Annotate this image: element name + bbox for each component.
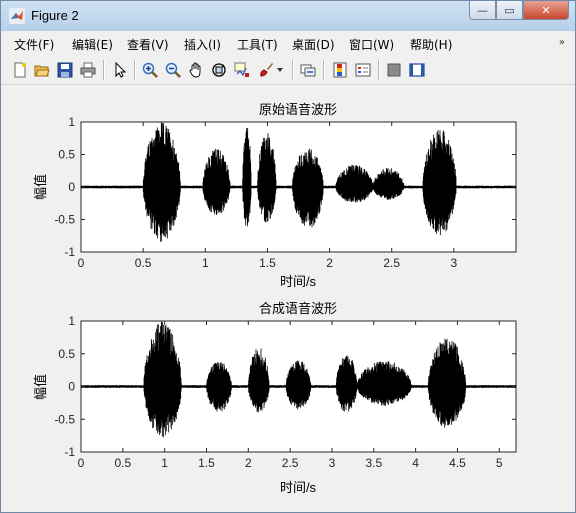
y-axis-label-bottom: 幅值: [33, 374, 48, 400]
x-tick-label: 3: [451, 256, 458, 270]
show-plot-tools-icon[interactable]: [408, 61, 426, 79]
y-tick-label: -1: [64, 245, 75, 259]
pan-hand-icon[interactable]: [187, 61, 205, 79]
x-tick-label: 0.5: [114, 456, 131, 470]
menu-insert[interactable]: 插入(I): [184, 36, 221, 53]
rotate-3d-icon[interactable]: [210, 61, 228, 79]
x-tick-label: 2: [245, 456, 252, 470]
x-tick-label: 1.5: [259, 256, 276, 270]
maximize-button[interactable]: ▭: [496, 1, 523, 20]
print-icon[interactable]: [79, 61, 97, 79]
data-cursor-icon[interactable]: [233, 61, 251, 79]
axes-bottom[interactable]: 0 0.5 1 1.5 2 2.5 3 3.5 4 4.5 5 1 0.5 0 -0.5 -1 合成语音波形…: [33, 301, 517, 495]
y-tick-label: -0.5: [54, 213, 75, 227]
menu-edit[interactable]: 编辑(E): [72, 36, 113, 53]
menu-file[interactable]: 文件(F): [14, 36, 54, 53]
x-tick-label: 1: [161, 456, 168, 470]
zoom-out-icon[interactable]: [164, 61, 182, 79]
edit-plot-arrow-icon[interactable]: [111, 61, 129, 79]
y-tick-label: 0.5: [58, 148, 75, 162]
menu-view[interactable]: 查看(V): [127, 36, 169, 53]
y-tick-label: -1: [64, 445, 75, 459]
window-title: Figure 2: [31, 8, 79, 23]
double-chevron-icon[interactable]: »: [559, 37, 565, 48]
y-tick-label: -0.5: [54, 412, 75, 426]
x-tick-label: 0.5: [135, 256, 152, 270]
link-plot-icon[interactable]: [299, 61, 317, 79]
x-tick-label: 1.5: [198, 456, 215, 470]
menu-tools[interactable]: 工具(T): [237, 36, 278, 53]
y-tick-label: 1: [68, 314, 75, 328]
close-button[interactable]: ✕: [523, 1, 569, 20]
figure-canvas: 0 0.5 1 1.5 2 2.5 3 1 0.5 0 -0.5 -1 原始语音波形 时间/s 幅值…: [7, 87, 569, 508]
menu-help[interactable]: 帮助(H): [410, 36, 452, 53]
x-tick-label: 0: [78, 256, 85, 270]
x-axis-label-top: 时间/s: [280, 274, 317, 289]
menu-bar: 文件(F) 编辑(E) 查看(V) 插入(I) 工具(T) 桌面(D) 窗口(W…: [1, 31, 575, 55]
close-icon: ✕: [541, 3, 551, 17]
axes-top[interactable]: 0 0.5 1 1.5 2 2.5 3 1 0.5 0 -0.5 -1 原始语音波形 时间/s 幅值: [33, 102, 517, 289]
chart-title-bottom: 合成语音波形: [259, 301, 337, 316]
x-axis-label-bottom: 时间/s: [280, 480, 317, 495]
insert-legend-icon[interactable]: [354, 61, 372, 79]
minimize-button[interactable]: —: [469, 1, 496, 20]
menu-window[interactable]: 窗口(W): [349, 36, 394, 53]
y-tick-label: 0: [68, 180, 75, 194]
brush-dropdown-icon[interactable]: [275, 61, 285, 79]
x-tick-label: 2: [326, 256, 333, 270]
x-tick-label: 3.5: [365, 456, 382, 470]
figure-window: Figure 2 — ▭ ✕ 文件(F) 编辑(E) 查看(V) 插入(I) 工…: [0, 0, 576, 513]
brush-icon[interactable]: [257, 61, 275, 79]
save-icon[interactable]: [56, 61, 74, 79]
menu-desktop[interactable]: 桌面(D): [292, 36, 335, 53]
open-file-icon[interactable]: [33, 61, 51, 79]
x-tick-label: 5: [496, 456, 503, 470]
new-figure-icon[interactable]: [11, 61, 29, 79]
title-bar[interactable]: Figure 2 — ▭ ✕: [1, 1, 575, 31]
figure-toolbar: [1, 56, 575, 85]
x-tick-label: 2.5: [282, 456, 299, 470]
hide-plot-tools-icon[interactable]: [385, 61, 403, 79]
y-tick-label: 0: [68, 380, 75, 394]
chart-title-top: 原始语音波形: [259, 102, 337, 117]
x-tick-label: 2.5: [383, 256, 400, 270]
y-tick-label: 1: [68, 115, 75, 129]
insert-colorbar-icon[interactable]: [331, 61, 349, 79]
x-tick-label: 0: [78, 456, 85, 470]
x-tick-label: 3: [329, 456, 336, 470]
x-tick-label: 4: [412, 456, 419, 470]
y-tick-label: 0.5: [58, 347, 75, 361]
minimize-icon: —: [477, 3, 488, 17]
zoom-in-icon[interactable]: [141, 61, 159, 79]
matlab-logo-icon: [9, 8, 25, 24]
x-tick-label: 4.5: [449, 456, 466, 470]
y-axis-label-top: 幅值: [33, 174, 48, 200]
maximize-icon: ▭: [504, 3, 515, 17]
x-tick-label: 1: [202, 256, 209, 270]
